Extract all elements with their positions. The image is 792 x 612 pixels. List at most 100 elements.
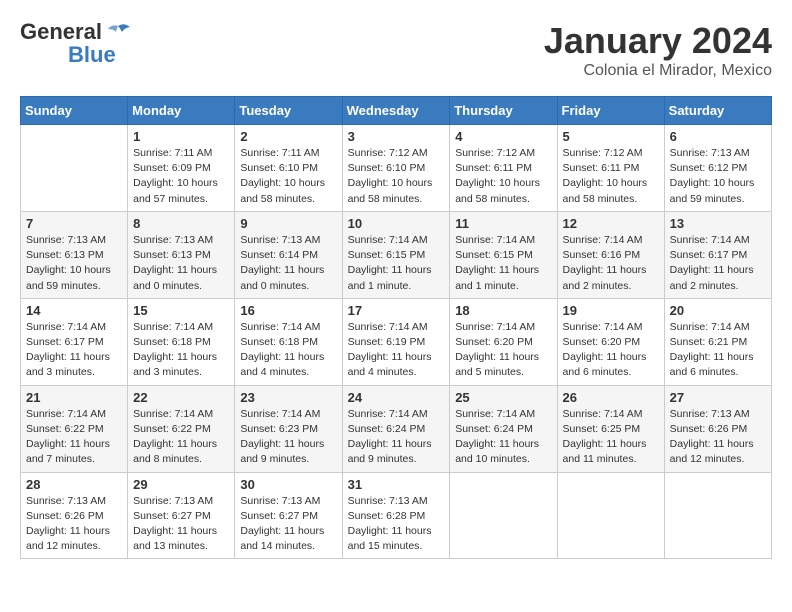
calendar-cell: 29 Sunrise: 7:13 AM Sunset: 6:27 PM Dayli… [128, 472, 235, 559]
calendar-table: SundayMondayTuesdayWednesdayThursdayFrid… [20, 96, 772, 559]
weekday-header-sunday: Sunday [21, 97, 128, 125]
day-number: 28 [26, 477, 122, 492]
calendar-cell: 18Sunrise: 7:14 AM Sunset: 6:20 PM Dayli… [450, 298, 557, 385]
calendar-week-3: 14Sunrise: 7:14 AM Sunset: 6:17 PM Dayli… [21, 298, 772, 385]
logo-bird-icon [104, 24, 132, 42]
day-number: 13 [670, 216, 766, 231]
day-info: Sunrise: 7:13 AM Sunset: 6:26 PM Dayligh… [670, 407, 766, 468]
calendar-cell: 11 Sunrise: 7:14 AM Sunset: 6:15 PM Dayli… [450, 211, 557, 298]
calendar-body: 1Sunrise: 7:11 AM Sunset: 6:09 PM Daylig… [21, 125, 772, 559]
weekday-header-row: SundayMondayTuesdayWednesdayThursdayFrid… [21, 97, 772, 125]
day-info: Sunrise: 7:14 AM Sunset: 6:15 PM Dayligh… [455, 233, 551, 294]
calendar-cell: 14Sunrise: 7:14 AM Sunset: 6:17 PM Dayli… [21, 298, 128, 385]
calendar-cell: 15 Sunrise: 7:14 AM Sunset: 6:18 PM Dayli… [128, 298, 235, 385]
day-number: 9 [240, 216, 336, 231]
day-number: 17 [348, 303, 445, 318]
day-number: 5 [563, 129, 659, 144]
calendar-cell: 22 Sunrise: 7:14 AM Sunset: 6:22 PM Dayli… [128, 385, 235, 472]
day-info: Sunrise: 7:13 AM Sunset: 6:14 PM Dayligh… [240, 233, 336, 294]
calendar-cell: 9 Sunrise: 7:13 AM Sunset: 6:14 PM Daylig… [235, 211, 342, 298]
calendar-cell: 20 Sunrise: 7:14 AM Sunset: 6:21 PM Dayli… [664, 298, 771, 385]
calendar-cell [557, 472, 664, 559]
day-number: 22 [133, 390, 229, 405]
day-info: Sunrise: 7:14 AM Sunset: 6:19 PM Dayligh… [348, 320, 445, 381]
day-info: Sunrise: 7:13 AM Sunset: 6:27 PM Dayligh… [133, 494, 229, 555]
day-info: Sunrise: 7:14 AM Sunset: 6:20 PM Dayligh… [455, 320, 551, 381]
calendar-cell: 26Sunrise: 7:14 AM Sunset: 6:25 PM Dayli… [557, 385, 664, 472]
day-number: 16 [240, 303, 336, 318]
calendar-cell: 2 Sunrise: 7:11 AM Sunset: 6:10 PM Daylig… [235, 125, 342, 212]
calendar-week-4: 21 Sunrise: 7:14 AM Sunset: 6:22 PM Dayli… [21, 385, 772, 472]
calendar-cell: 13Sunrise: 7:14 AM Sunset: 6:17 PM Dayli… [664, 211, 771, 298]
day-info: Sunrise: 7:14 AM Sunset: 6:22 PM Dayligh… [26, 407, 122, 468]
day-info: Sunrise: 7:12 AM Sunset: 6:11 PM Dayligh… [455, 146, 551, 207]
day-number: 4 [455, 129, 551, 144]
day-number: 31 [348, 477, 445, 492]
day-info: Sunrise: 7:13 AM Sunset: 6:28 PM Dayligh… [348, 494, 445, 555]
day-number: 19 [563, 303, 659, 318]
day-info: Sunrise: 7:14 AM Sunset: 6:18 PM Dayligh… [240, 320, 336, 381]
day-number: 10 [348, 216, 445, 231]
calendar-cell: 8 Sunrise: 7:13 AM Sunset: 6:13 PM Daylig… [128, 211, 235, 298]
calendar-cell: 17 Sunrise: 7:14 AM Sunset: 6:19 PM Dayli… [342, 298, 450, 385]
weekday-header-friday: Friday [557, 97, 664, 125]
calendar-cell: 1Sunrise: 7:11 AM Sunset: 6:09 PM Daylig… [128, 125, 235, 212]
day-info: Sunrise: 7:13 AM Sunset: 6:27 PM Dayligh… [240, 494, 336, 555]
calendar-cell: 25Sunrise: 7:14 AM Sunset: 6:24 PM Dayli… [450, 385, 557, 472]
weekday-header-saturday: Saturday [664, 97, 771, 125]
day-number: 14 [26, 303, 122, 318]
page-header: General Blue January 2024 Colonia el Mir… [20, 20, 772, 80]
day-number: 15 [133, 303, 229, 318]
calendar-cell: 19 Sunrise: 7:14 AM Sunset: 6:20 PM Dayli… [557, 298, 664, 385]
day-number: 24 [348, 390, 445, 405]
day-info: Sunrise: 7:14 AM Sunset: 6:23 PM Dayligh… [240, 407, 336, 468]
calendar-cell: 30 Sunrise: 7:13 AM Sunset: 6:27 PM Dayli… [235, 472, 342, 559]
day-number: 11 [455, 216, 551, 231]
day-info: Sunrise: 7:14 AM Sunset: 6:21 PM Dayligh… [670, 320, 766, 381]
day-number: 2 [240, 129, 336, 144]
day-number: 30 [240, 477, 336, 492]
calendar-cell [664, 472, 771, 559]
day-info: Sunrise: 7:13 AM Sunset: 6:13 PM Dayligh… [133, 233, 229, 294]
day-info: Sunrise: 7:13 AM Sunset: 6:13 PM Dayligh… [26, 233, 122, 294]
day-info: Sunrise: 7:11 AM Sunset: 6:10 PM Dayligh… [240, 146, 336, 207]
logo-blue: Blue [68, 42, 116, 68]
calendar-cell: 7 Sunrise: 7:13 AM Sunset: 6:13 PM Daylig… [21, 211, 128, 298]
day-info: Sunrise: 7:13 AM Sunset: 6:26 PM Dayligh… [26, 494, 122, 555]
calendar-cell: 4 Sunrise: 7:12 AM Sunset: 6:11 PM Daylig… [450, 125, 557, 212]
calendar-cell: 21 Sunrise: 7:14 AM Sunset: 6:22 PM Dayli… [21, 385, 128, 472]
calendar-cell: 12Sunrise: 7:14 AM Sunset: 6:16 PM Dayli… [557, 211, 664, 298]
day-info: Sunrise: 7:12 AM Sunset: 6:11 PM Dayligh… [563, 146, 659, 207]
day-info: Sunrise: 7:13 AM Sunset: 6:12 PM Dayligh… [670, 146, 766, 207]
day-number: 12 [563, 216, 659, 231]
calendar-cell: 24 Sunrise: 7:14 AM Sunset: 6:24 PM Dayli… [342, 385, 450, 472]
day-number: 7 [26, 216, 122, 231]
day-info: Sunrise: 7:14 AM Sunset: 6:24 PM Dayligh… [348, 407, 445, 468]
day-number: 20 [670, 303, 766, 318]
day-info: Sunrise: 7:14 AM Sunset: 6:20 PM Dayligh… [563, 320, 659, 381]
day-number: 21 [26, 390, 122, 405]
month-title: January 2024 [544, 20, 772, 62]
logo-text: General [20, 20, 132, 44]
calendar-cell: 6 Sunrise: 7:13 AM Sunset: 6:12 PM Daylig… [664, 125, 771, 212]
day-number: 26 [563, 390, 659, 405]
calendar-week-1: 1Sunrise: 7:11 AM Sunset: 6:09 PM Daylig… [21, 125, 772, 212]
calendar-cell: 16 Sunrise: 7:14 AM Sunset: 6:18 PM Dayli… [235, 298, 342, 385]
day-number: 29 [133, 477, 229, 492]
logo-general: General [20, 19, 102, 44]
calendar-cell: 27 Sunrise: 7:13 AM Sunset: 6:26 PM Dayli… [664, 385, 771, 472]
day-number: 3 [348, 129, 445, 144]
weekday-header-monday: Monday [128, 97, 235, 125]
day-info: Sunrise: 7:14 AM Sunset: 6:22 PM Dayligh… [133, 407, 229, 468]
day-number: 27 [670, 390, 766, 405]
day-info: Sunrise: 7:11 AM Sunset: 6:09 PM Dayligh… [133, 146, 229, 207]
weekday-header-tuesday: Tuesday [235, 97, 342, 125]
day-number: 8 [133, 216, 229, 231]
day-number: 6 [670, 129, 766, 144]
day-number: 25 [455, 390, 551, 405]
logo: General Blue [20, 20, 132, 68]
day-info: Sunrise: 7:14 AM Sunset: 6:18 PM Dayligh… [133, 320, 229, 381]
location-subtitle: Colonia el Mirador, Mexico [544, 62, 772, 80]
day-info: Sunrise: 7:12 AM Sunset: 6:10 PM Dayligh… [348, 146, 445, 207]
calendar-cell [21, 125, 128, 212]
